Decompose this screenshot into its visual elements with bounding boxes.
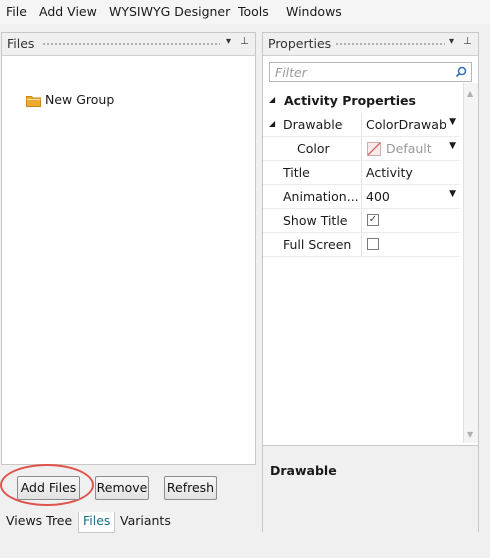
properties-panel-header: Properties ▾ ⊥ [263, 33, 478, 56]
collapse-triangle-icon[interactable]: ◢ [269, 119, 275, 128]
files-panel-title: Files [7, 36, 35, 51]
description-area: Drawable [263, 445, 478, 558]
tree-item-new-group[interactable]: New Group [26, 92, 114, 110]
properties-panel-title: Properties [268, 36, 332, 51]
property-name: Show Title [283, 213, 348, 228]
collapse-triangle-icon[interactable]: ◢ [269, 95, 275, 104]
column-separator [361, 209, 362, 232]
menu-file[interactable]: File [6, 4, 27, 19]
property-row-title[interactable]: Title Activity [263, 161, 460, 185]
refresh-button[interactable]: Refresh [164, 476, 217, 500]
description-title: Drawable [270, 463, 337, 478]
property-value[interactable]: Activity [366, 165, 446, 180]
pin-icon[interactable]: ⊥ [463, 36, 472, 47]
drag-grip-icon[interactable] [42, 42, 220, 47]
property-name: Animation... [283, 189, 359, 204]
dropdown-arrow-icon[interactable]: ▼ [449, 189, 456, 199]
menu-bar: File Add View WYSIWYG Designer Tools Win… [0, 0, 490, 24]
column-separator [361, 113, 362, 136]
full-screen-checkbox[interactable] [367, 238, 379, 250]
dropdown-arrow-icon[interactable]: ▼ [449, 117, 456, 127]
property-value[interactable]: 400 [366, 189, 446, 204]
scroll-down-icon[interactable]: ▼ [467, 430, 473, 439]
property-row-full-screen[interactable]: Full Screen [263, 233, 460, 257]
tab-views-tree[interactable]: Views Tree [6, 512, 72, 532]
tab-variants[interactable]: Variants [120, 512, 171, 532]
menu-add-view[interactable]: Add View [39, 4, 97, 19]
property-name: Title [283, 165, 310, 180]
property-name: Color [297, 141, 330, 156]
category-row[interactable]: ◢ Activity Properties [263, 89, 460, 113]
column-separator [361, 137, 362, 160]
add-files-button[interactable]: Add Files [17, 476, 80, 500]
tree-item-label: New Group [45, 92, 115, 107]
pin-icon[interactable]: ⊥ [240, 36, 249, 47]
property-row-color[interactable]: Color Default ▼ [263, 137, 460, 161]
property-row-show-title[interactable]: Show Title ✓ [263, 209, 460, 233]
remove-button[interactable]: Remove [95, 476, 149, 500]
column-separator [361, 233, 362, 256]
no-color-swatch-icon [367, 142, 381, 156]
filter-placeholder: Filter [275, 65, 307, 80]
property-row-drawable[interactable]: ◢ Drawable ColorDrawab ▼ [263, 113, 460, 137]
category-label: Activity Properties [284, 93, 416, 108]
menu-tools[interactable]: Tools [238, 4, 269, 19]
files-panel-header: Files ▾ ⊥ [2, 33, 255, 56]
property-name: Full Screen [283, 237, 352, 252]
properties-panel: Properties ▾ ⊥ Filter ◢ Activity Propert… [262, 32, 479, 558]
menu-wysiwyg-designer[interactable]: WYSIWYG Designer [109, 4, 230, 19]
menu-windows[interactable]: Windows [286, 4, 342, 19]
show-title-checkbox[interactable]: ✓ [367, 214, 379, 226]
dropdown-arrow-icon[interactable]: ▾ [449, 36, 454, 47]
column-separator [361, 185, 362, 208]
search-icon[interactable] [455, 66, 467, 78]
drag-grip-icon[interactable] [335, 42, 445, 47]
properties-scrollbar[interactable]: ▲ ▼ [463, 83, 478, 443]
property-value[interactable]: ColorDrawab [366, 117, 446, 132]
files-panel: Files ▾ ⊥ New Group [1, 32, 256, 465]
property-row-animation[interactable]: Animation... 400 ▼ [263, 185, 460, 209]
dropdown-arrow-icon[interactable]: ▼ [449, 141, 456, 151]
folder-icon [26, 95, 41, 107]
scroll-up-icon[interactable]: ▲ [467, 89, 473, 98]
tab-files[interactable]: Files [78, 512, 116, 533]
property-name: Drawable [283, 117, 343, 132]
filter-input[interactable]: Filter [269, 62, 472, 82]
column-separator [361, 161, 362, 184]
dropdown-arrow-icon[interactable]: ▾ [226, 36, 231, 47]
